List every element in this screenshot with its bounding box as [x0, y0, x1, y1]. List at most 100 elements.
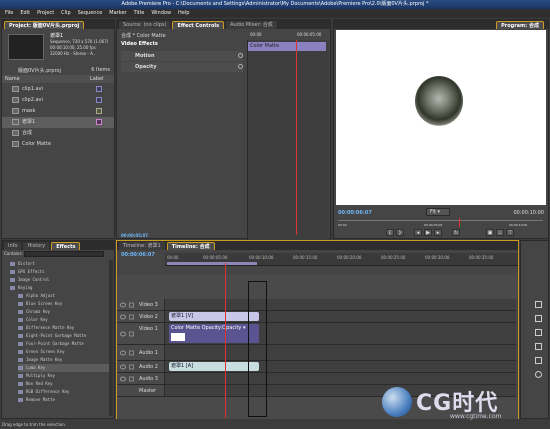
effect-item[interactable]: Luma Key	[18, 364, 110, 372]
speaker-icon[interactable]	[120, 376, 126, 381]
project-item[interactable]: mask	[2, 106, 114, 117]
set-out-button[interactable]: }	[396, 229, 404, 236]
step-forward-button[interactable]: ▸	[434, 229, 442, 236]
track-video-2: Video 2 遮罩1 [V]	[117, 311, 516, 323]
project-item[interactable]: clip1.avi	[2, 84, 114, 95]
tab-project[interactable]: Project: 版面0V片头.prproj	[4, 21, 85, 29]
project-info-2: 00:00:10:00, 25.00 fps	[50, 45, 96, 50]
speaker-icon[interactable]	[120, 364, 126, 369]
track-audio-2: Audio 2 遮罩1 [A]	[117, 361, 516, 373]
track-video-3: Video 3	[117, 299, 516, 311]
effect-folder[interactable]: Distort	[10, 260, 110, 268]
tab-program[interactable]: Program: 合成	[496, 21, 544, 29]
effect-item[interactable]: Chroma Key	[18, 308, 110, 316]
effect-folder[interactable]: GPU Effects	[10, 268, 110, 276]
effect-item[interactable]: Image Matte Key	[18, 356, 110, 364]
effect-item[interactable]: Eight-Point Garbage Matte	[18, 332, 110, 340]
effect-item[interactable]: RGB Difference Key	[18, 388, 110, 396]
export-frame-button[interactable]: ▣	[486, 229, 494, 236]
work-area-bar[interactable]	[167, 262, 257, 265]
timeline-clip[interactable]: 遮罩1 [V]	[169, 312, 259, 321]
play-button[interactable]: ▶	[424, 229, 432, 236]
program-playhead[interactable]	[459, 218, 460, 227]
menu-project[interactable]: Project	[37, 9, 54, 18]
effect-item[interactable]: Difference Matte Key	[18, 324, 110, 332]
track-video-1: Video 1 Color Matte Opacity:Opacity ▾	[117, 323, 516, 345]
effect-item[interactable]: Non Red Key	[18, 380, 110, 388]
eye-icon[interactable]	[120, 314, 126, 319]
pen-tool-icon[interactable]	[535, 357, 542, 364]
column-label[interactable]: Label	[90, 76, 104, 82]
effect-item[interactable]: Four-Point Garbage Matte	[18, 340, 110, 348]
lock-icon[interactable]	[129, 364, 134, 369]
menu-edit[interactable]: Edit	[20, 9, 30, 18]
menu-help[interactable]: Help	[178, 9, 189, 18]
playhead-line[interactable]	[296, 40, 297, 235]
effect-controls-timecode[interactable]: 00:00:05:07	[121, 233, 148, 238]
razor-tool-icon[interactable]	[535, 343, 542, 350]
project-item-count: 6 Items	[91, 67, 110, 73]
effects-scrollbar[interactable]	[109, 260, 113, 416]
zoom-tool-icon[interactable]	[535, 371, 542, 378]
timeline-playhead[interactable]	[225, 263, 226, 418]
loop-button[interactable]: ↻	[452, 229, 460, 236]
lock-icon[interactable]	[129, 314, 134, 319]
tab-timeline-main[interactable]: Timeline: 合成	[166, 242, 215, 250]
still-image-icon	[12, 107, 19, 114]
menu-sequence[interactable]: Sequence	[78, 9, 103, 18]
reset-icon[interactable]	[238, 64, 243, 69]
effect-controls-panel: Source: (no clips) Effect Controls Audio…	[116, 19, 331, 240]
project-item[interactable]: 合成	[2, 128, 114, 139]
menu-clip[interactable]: Clip	[61, 9, 70, 18]
effect-motion[interactable]: Motion	[121, 51, 243, 61]
column-name[interactable]: Name	[5, 76, 20, 82]
step-back-button[interactable]: ◂	[414, 229, 422, 236]
ruler-label: 00:00:05:00	[424, 223, 443, 227]
timeline-ruler[interactable]: 00:00 00:00:05:00 00:00:10:00 00:00:15:0…	[165, 253, 518, 266]
watermark-globe-icon	[382, 387, 412, 417]
effect-item[interactable]: Remove Matte	[18, 396, 110, 404]
zoom-select[interactable]: Fit ▾	[426, 208, 450, 216]
program-timecode[interactable]: 00:00:06:07	[338, 210, 372, 216]
ripple-edit-tool-icon[interactable]	[535, 329, 542, 336]
tab-effects[interactable]: Effects	[51, 242, 81, 250]
track-select-tool-icon[interactable]	[535, 315, 542, 322]
menu-window[interactable]: Window	[151, 9, 171, 18]
eye-icon[interactable]	[120, 302, 126, 307]
speaker-icon[interactable]	[120, 350, 126, 355]
effect-item[interactable]: Color Key	[18, 316, 110, 324]
track-audio-1: Audio 1	[117, 345, 516, 361]
eye-icon[interactable]	[120, 331, 126, 336]
effect-folder[interactable]: Keying	[10, 284, 110, 292]
effect-opacity[interactable]: Opacity	[121, 62, 243, 72]
project-item[interactable]: 遮罩1	[2, 117, 114, 128]
extract-button[interactable]: ⊤	[506, 229, 514, 236]
lock-icon[interactable]	[129, 350, 134, 355]
lock-icon[interactable]	[129, 376, 134, 381]
tab-audio-mixer[interactable]: Audio Mixer: 合成	[226, 21, 277, 29]
menu-file[interactable]: File	[5, 9, 13, 18]
timeline-clip[interactable]: Color Matte Opacity:Opacity ▾	[169, 324, 259, 343]
tab-effect-controls[interactable]: Effect Controls	[172, 21, 225, 29]
effect-item[interactable]: Multiply Key	[18, 372, 110, 380]
project-item[interactable]: clip2.avi	[2, 95, 114, 106]
set-in-button[interactable]: {	[386, 229, 394, 236]
effect-folder[interactable]: Image Control	[10, 276, 110, 284]
lock-icon[interactable]	[129, 331, 134, 336]
selection-tool-icon[interactable]	[535, 301, 542, 308]
menu-title[interactable]: Title	[134, 9, 145, 18]
menu-marker[interactable]: Marker	[109, 9, 126, 18]
timeline-clip[interactable]: 遮罩1 [A]	[169, 362, 259, 371]
lift-button[interactable]: ⊥	[496, 229, 504, 236]
effect-item[interactable]: Alpha Adjust	[18, 292, 110, 300]
effect-item[interactable]: Blue Screen Key	[18, 300, 110, 308]
tab-timeline-mask[interactable]: Timeline: 遮罩1	[119, 242, 165, 250]
effects-search-input[interactable]	[24, 251, 104, 257]
lock-icon[interactable]	[129, 302, 134, 307]
tab-history[interactable]: History	[23, 242, 50, 250]
tab-source[interactable]: Source: (no clips)	[119, 21, 171, 29]
tab-info[interactable]: Info	[4, 242, 22, 250]
reset-icon[interactable]	[238, 53, 243, 58]
effect-item[interactable]: Green Screen Key	[18, 348, 110, 356]
project-item[interactable]: Color Matte	[2, 139, 114, 150]
